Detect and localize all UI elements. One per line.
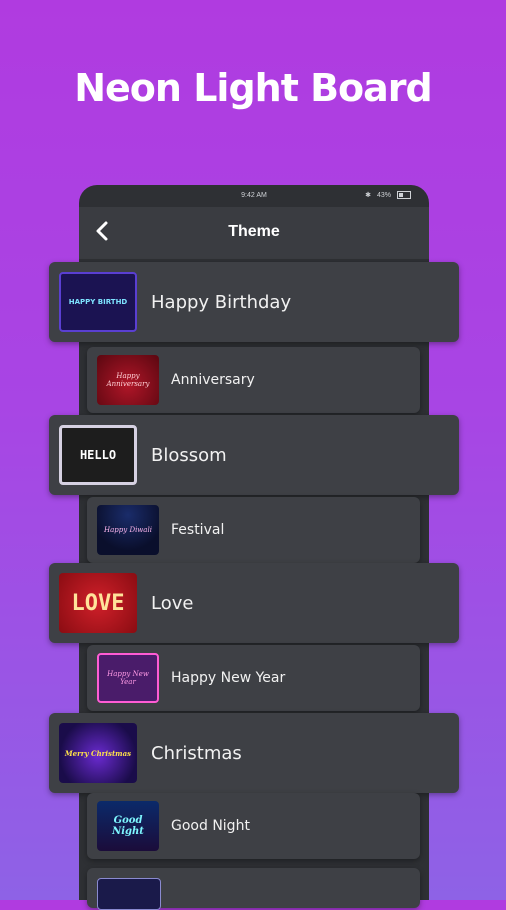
- theme-card-happy-birthday[interactable]: HAPPY BIRTHD Happy Birthday: [49, 262, 459, 342]
- page-title: Theme: [228, 223, 280, 240]
- theme-thumbnail: [97, 878, 161, 910]
- theme-card-blossom[interactable]: HELLO Blossom: [49, 415, 459, 495]
- theme-card-anniversary[interactable]: Happy Anniversary Anniversary: [87, 347, 420, 413]
- theme-thumbnail: HAPPY BIRTHD: [59, 272, 137, 332]
- thumbnail-text: Happy New Year: [107, 670, 149, 686]
- thumbnail-text: HELLO: [79, 448, 117, 462]
- theme-thumbnail: Merry Christmas: [59, 723, 137, 783]
- nav-bar: Theme: [79, 207, 429, 259]
- theme-thumbnail: Happy Anniversary: [97, 355, 159, 405]
- headline: Neon Light Board: [74, 66, 433, 110]
- bluetooth-icon: ✱: [365, 192, 371, 199]
- theme-label: Christmas: [151, 742, 242, 764]
- theme-label: Anniversary: [171, 372, 255, 388]
- theme-card-happy-new-year[interactable]: Happy New Year Happy New Year: [87, 645, 420, 711]
- theme-card-love[interactable]: LOVE Love: [49, 563, 459, 643]
- theme-label: Happy New Year: [171, 670, 286, 686]
- thumbnail-text: Happy Diwali: [104, 526, 152, 534]
- theme-label: Love: [151, 592, 194, 614]
- thumbnail-text: Good Night: [112, 815, 144, 837]
- theme-label: Festival: [171, 522, 225, 538]
- theme-thumbnail: Good Night: [97, 801, 159, 851]
- battery-level: [399, 193, 403, 197]
- theme-card-christmas[interactable]: Merry Christmas Christmas: [49, 713, 459, 793]
- thumbnail-text: HAPPY BIRTHD: [68, 298, 128, 306]
- theme-thumbnail: Happy Diwali: [97, 505, 159, 555]
- theme-thumbnail: HELLO: [59, 425, 137, 485]
- thumbnail-text: Happy Anniversary: [106, 372, 150, 388]
- battery-percent: 43%: [376, 191, 391, 199]
- battery-icon: [397, 191, 411, 199]
- status-bar: 9:42 AM ✱ 43%: [79, 185, 429, 207]
- theme-label: Happy Birthday: [151, 291, 292, 313]
- theme-label: Blossom: [151, 444, 227, 466]
- theme-card-partial[interactable]: [87, 868, 420, 910]
- status-right: ✱ 43%: [365, 191, 411, 199]
- theme-thumbnail: Happy New Year: [97, 653, 159, 703]
- theme-card-festival[interactable]: Happy Diwali Festival: [87, 497, 420, 563]
- theme-card-good-night[interactable]: Good Night Good Night: [87, 793, 420, 859]
- theme-label: Good Night: [171, 818, 250, 834]
- thumbnail-text: LOVE: [71, 590, 125, 616]
- thumbnail-text: Merry Christmas: [64, 748, 132, 758]
- theme-thumbnail: LOVE: [59, 573, 137, 633]
